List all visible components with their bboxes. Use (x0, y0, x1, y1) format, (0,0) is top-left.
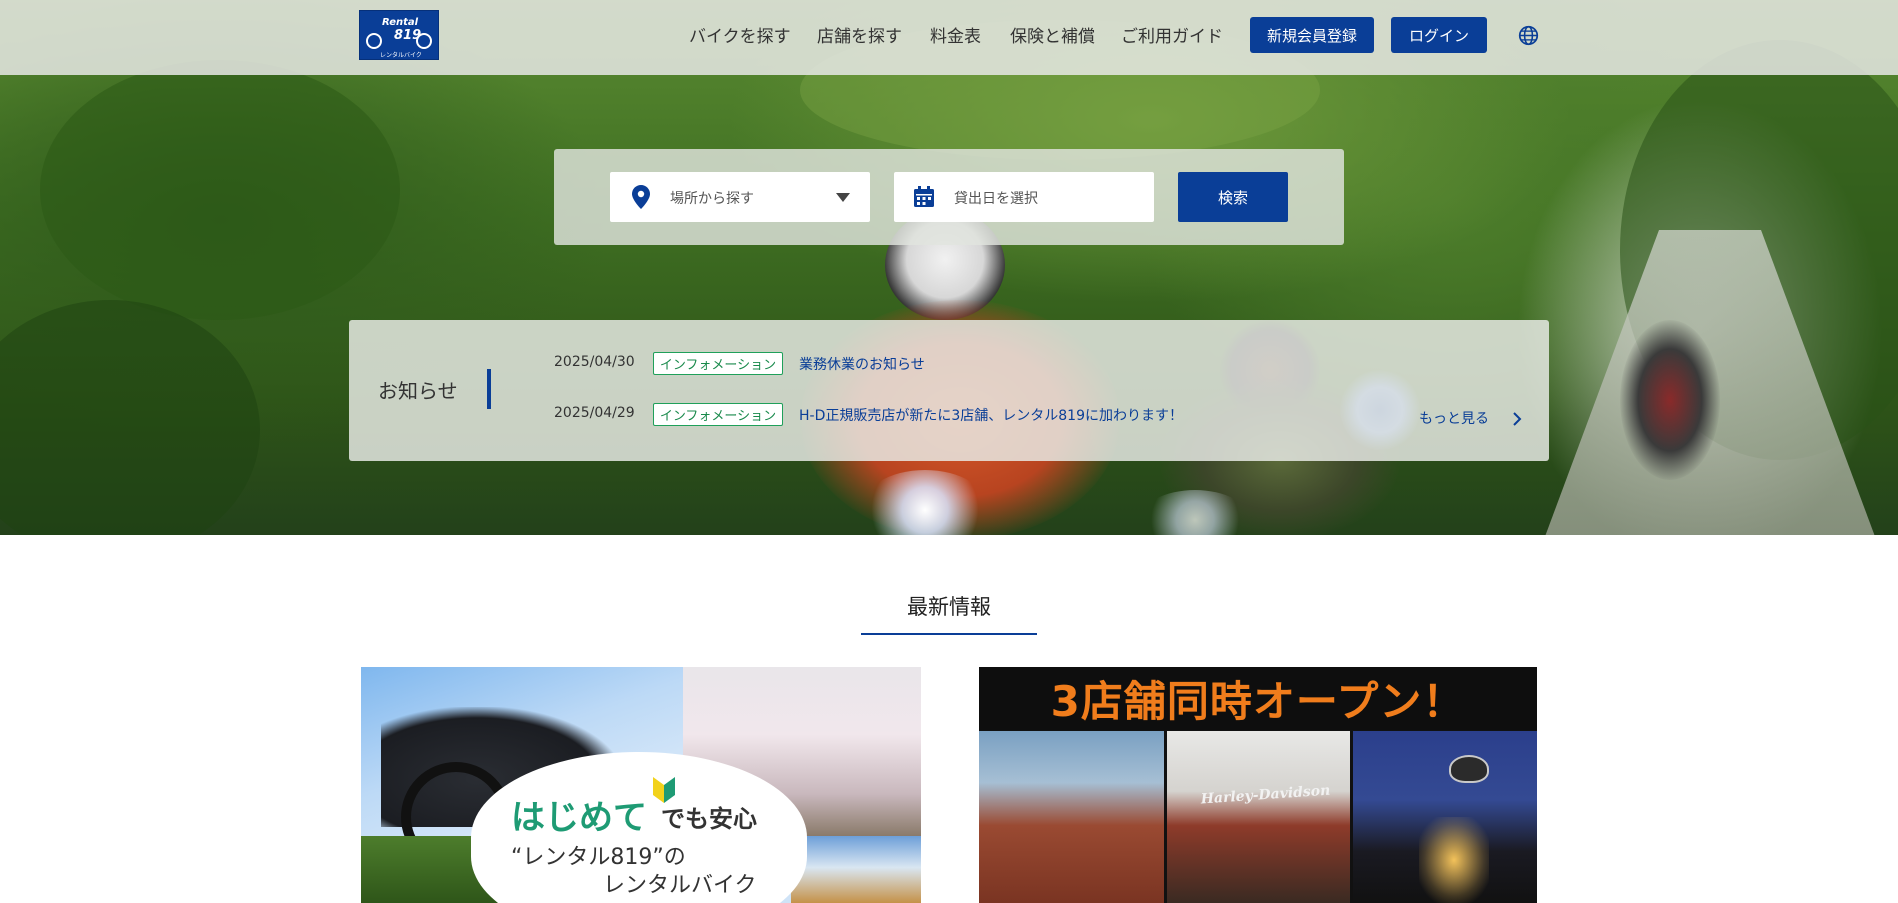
calendar-icon (914, 186, 934, 207)
site-header: Rental 819 レンタルバイク バイクを探す 店舗を探す 料金表 保険と補… (0, 0, 1898, 75)
promo-card-beginner[interactable]: はじめて でも安心 “レンタル819”の レンタルバイク (361, 667, 921, 903)
nav-find-store[interactable]: 店舗を探す (817, 22, 902, 47)
store-photo-2 (1167, 731, 1350, 903)
logo-text-rental: Rental (382, 17, 419, 28)
promo-headline: 3店舗同時オープン！ (979, 667, 1537, 730)
promo-text-first: はじめて (511, 798, 647, 838)
promo-card-new-stores[interactable]: 3店舗同時オープン！ Harley-Davidson (979, 667, 1537, 903)
news-tag: インフォメーション (653, 352, 783, 375)
promo-text-rental: レンタルバイク (603, 873, 757, 898)
nav-find-bike[interactable]: バイクを探す (689, 22, 791, 47)
logo-wheel-icon (416, 33, 432, 49)
logo-wheel-icon (366, 33, 382, 49)
login-button[interactable]: ログイン (1391, 17, 1487, 53)
news-date: 2025/04/29 (554, 405, 635, 421)
brand-badge-icon (1449, 755, 1489, 783)
globe-icon[interactable] (1518, 25, 1539, 46)
news-date: 2025/04/30 (554, 354, 635, 370)
date-picker[interactable]: 貸出日を選択 (894, 172, 1154, 222)
date-placeholder: 貸出日を選択 (954, 191, 1038, 207)
map-pin-icon (632, 185, 650, 209)
latest-heading: 最新情報 (907, 595, 991, 619)
chevron-right-icon[interactable] (1510, 412, 1524, 426)
register-button[interactable]: 新規会員登録 (1250, 17, 1374, 53)
news-panel: お知らせ 2025/04/30 インフォメーション 業務休業のお知らせ 2025… (349, 320, 1549, 461)
nav-insurance[interactable]: 保険と補償 (1010, 22, 1095, 47)
logo-text-sub: レンタルバイク (380, 52, 422, 59)
site-logo[interactable]: Rental 819 レンタルバイク (359, 10, 439, 60)
news-link[interactable]: 業務休業のお知らせ (799, 354, 925, 374)
more-news-link[interactable]: もっと見る (1419, 408, 1489, 428)
news-heading: お知らせ (378, 379, 458, 403)
store-light (1419, 817, 1489, 903)
location-select[interactable]: 場所から探す (610, 172, 870, 222)
promo-photo-mountain (791, 836, 921, 903)
store-photo-1 (979, 731, 1164, 903)
caret-down-icon (836, 193, 850, 202)
nav-usage-guide[interactable]: ご利用ガイド (1121, 22, 1223, 47)
news-heading-accent (487, 369, 491, 409)
location-placeholder: 場所から探す (670, 191, 754, 207)
search-panel: 場所から探す 貸出日を選択 検索 (554, 149, 1344, 245)
news-link[interactable]: H-D正規販売店が新たに3店舗、レンタル819に加わります！ (799, 405, 1183, 425)
nav-price-list[interactable]: 料金表 (930, 22, 981, 47)
news-tag: インフォメーション (653, 403, 783, 426)
promo-text-safe: でも安心 (661, 805, 757, 833)
latest-heading-underline (861, 633, 1037, 635)
search-button[interactable]: 検索 (1178, 172, 1288, 222)
